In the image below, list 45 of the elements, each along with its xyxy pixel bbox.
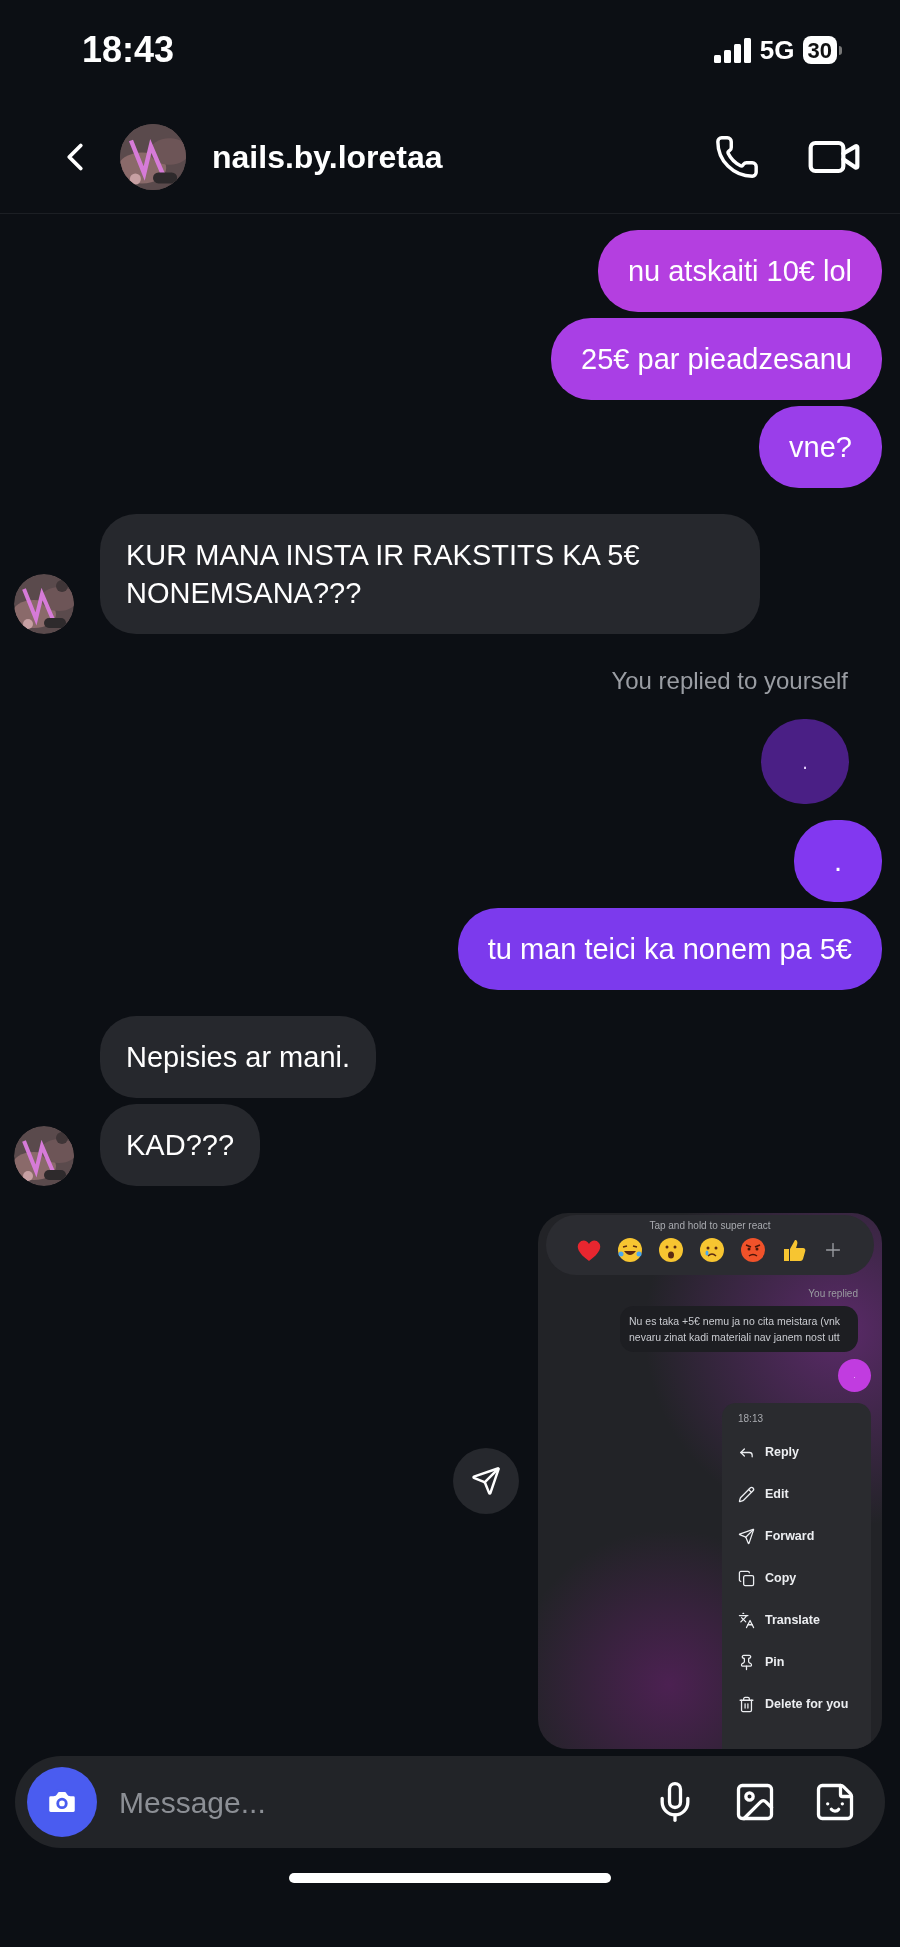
laughing-face-icon[interactable] [617, 1237, 643, 1263]
camera-button[interactable] [27, 1767, 97, 1837]
message-bubble: Nu es taka +5€ nemu ja no cita meistara (vnk nevaru zinat kadi materiali nav janem nost utt [620, 1306, 858, 1352]
message-bubble[interactable]: 25€ par pieadzesanu [551, 318, 882, 400]
angry-face-icon[interactable] [740, 1237, 766, 1263]
reply-note: You replied to yourself [611, 666, 848, 696]
message-bubble[interactable]: vne? [759, 406, 882, 488]
message-bubble: . [838, 1359, 871, 1392]
translate-icon [738, 1611, 755, 1629]
message-input[interactable]: Message... [119, 1779, 653, 1825]
trash-icon [738, 1695, 755, 1713]
thumbs-up-icon[interactable] [781, 1237, 807, 1263]
battery-level: 30 [802, 36, 837, 64]
heart-icon[interactable] [576, 1238, 602, 1262]
menu-item[interactable]: Translate [738, 1609, 855, 1631]
message-bubble[interactable]: tu man teici ka nonem pa 5€ [457, 908, 882, 990]
message-time: 18:13 [738, 1412, 765, 1426]
signal-icon [713, 37, 752, 63]
message-bubble[interactable]: Nepisies ar mani. [100, 1016, 377, 1098]
copy-icon [738, 1569, 755, 1587]
pencil-icon [738, 1485, 755, 1503]
reply-note: You replied [808, 1287, 858, 1301]
message-bubble[interactable]: KAD??? [100, 1104, 260, 1186]
shared-screenshot[interactable]: Tap and hold to super react You replied Nu es taka +5€ nemu ja no cita meistara (vnk nevaru zinat kadi materiali nav janem nost utt . 18:13 Reply Edit Forward Copy Translate Pin Delete for you [538, 1213, 882, 1749]
menu-item[interactable]: Pin [738, 1651, 855, 1673]
network-type: 5G [759, 33, 795, 67]
menu-item[interactable]: Copy [738, 1567, 855, 1589]
message-bubble[interactable]: nu atskaiti 10€ lol [597, 230, 882, 312]
menu-item[interactable]: Reply [738, 1441, 855, 1463]
crying-face-icon[interactable] [699, 1237, 725, 1263]
reaction-hint: Tap and hold to super react [649, 1220, 771, 1232]
surprised-face-icon[interactable] [658, 1237, 684, 1263]
quoted-message-bubble[interactable]: . [761, 719, 849, 804]
clock-time: 18:43 [82, 28, 175, 72]
message-field[interactable]: Message... [15, 1756, 885, 1848]
menu-item[interactable]: Forward [738, 1525, 855, 1547]
send-icon [738, 1527, 755, 1545]
message-bubble[interactable]: KUR MANA INSTA IR RAKSTITS KA 5€ NONEMSANA??? [100, 514, 760, 634]
message-bubble[interactable]: . [794, 820, 882, 902]
pin-icon [738, 1653, 755, 1671]
send-icon [471, 1466, 501, 1496]
menu-item[interactable]: Delete for you [738, 1693, 855, 1715]
phone-icon[interactable] [714, 133, 760, 180]
contact-name[interactable]: nails.by.loretaa [212, 132, 443, 181]
menu-item[interactable]: Edit [738, 1483, 855, 1505]
